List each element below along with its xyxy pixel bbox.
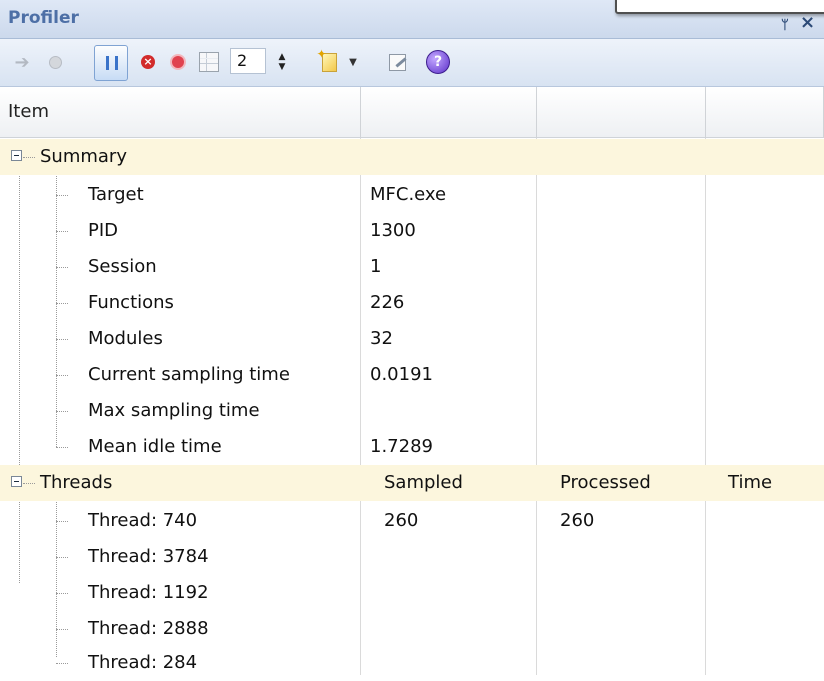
depth-input[interactable]: 2 bbox=[230, 48, 266, 74]
group-label: Summary bbox=[40, 146, 127, 167]
start-arrow-icon[interactable]: ➔ bbox=[12, 48, 32, 76]
spin-up-icon[interactable]: ▲ bbox=[279, 52, 286, 62]
spin-down-icon[interactable]: ▼ bbox=[279, 62, 286, 72]
tree-connector bbox=[56, 593, 68, 594]
row-name: Thread: 1192 bbox=[88, 582, 209, 603]
row-value: MFC.exe bbox=[370, 184, 447, 205]
table-row[interactable]: Thread: 2888 bbox=[0, 611, 824, 647]
row-value: 0.0191 bbox=[370, 364, 433, 385]
pin-icon[interactable]: ᛘ bbox=[781, 18, 789, 33]
tree-connector bbox=[56, 375, 68, 376]
profiler-grid: Item Summary Target MFC.exe PID 1300 Ses… bbox=[0, 87, 824, 675]
depth-spinner[interactable]: ▲ ▼ bbox=[268, 48, 296, 76]
row-name: Current sampling time bbox=[88, 364, 290, 385]
row-name: Thread: 284 bbox=[88, 652, 198, 673]
table-row[interactable]: Thread: 284 bbox=[0, 645, 824, 681]
row-name: Thread: 2888 bbox=[88, 618, 209, 639]
tree-connector bbox=[56, 303, 68, 304]
row-name: Thread: 3784 bbox=[88, 546, 209, 567]
column-label-time: Time bbox=[728, 472, 773, 493]
column-header-2[interactable] bbox=[361, 87, 537, 137]
chevron-down-icon[interactable]: ▼ bbox=[346, 48, 360, 76]
help-icon[interactable]: ? bbox=[424, 48, 452, 76]
row-name: PID bbox=[88, 220, 119, 241]
column-header-3[interactable] bbox=[537, 87, 706, 137]
edit-icon[interactable] bbox=[386, 48, 408, 76]
tree-connector bbox=[23, 483, 35, 484]
table-row[interactable]: Thread: 740 260 260 bbox=[0, 503, 824, 539]
table-row[interactable]: Mean idle time 1.7289 bbox=[0, 429, 824, 465]
table-row[interactable]: Target MFC.exe bbox=[0, 177, 824, 213]
row-name: Functions bbox=[88, 292, 174, 313]
panel-title-bar: Profiler ᛘ × bbox=[0, 0, 824, 39]
tree-connector bbox=[56, 267, 68, 268]
row-processed: 260 bbox=[560, 510, 595, 531]
tree-group-summary[interactable]: Summary bbox=[0, 139, 824, 175]
collapse-icon[interactable] bbox=[11, 150, 22, 161]
table-row[interactable]: Max sampling time bbox=[0, 393, 824, 429]
row-value: 32 bbox=[370, 328, 393, 349]
column-header-item[interactable]: Item bbox=[0, 87, 361, 137]
tree-connector bbox=[56, 521, 68, 522]
column-label-processed: Processed bbox=[560, 472, 651, 493]
row-name: Mean idle time bbox=[88, 436, 222, 457]
new-report-icon[interactable]: ✦ bbox=[317, 47, 340, 76]
table-row[interactable]: Session 1 bbox=[0, 249, 824, 285]
grid-header: Item bbox=[0, 87, 824, 138]
row-value: 1 bbox=[370, 256, 382, 277]
tree-group-threads[interactable]: Threads Sampled Processed Time bbox=[0, 465, 824, 501]
record-icon[interactable] bbox=[168, 48, 188, 76]
column-header-label: Item bbox=[8, 101, 49, 122]
tree-connector bbox=[56, 557, 68, 558]
row-name: Thread: 740 bbox=[88, 510, 198, 531]
row-name: Session bbox=[88, 256, 157, 277]
row-name: Modules bbox=[88, 328, 163, 349]
column-label-sampled: Sampled bbox=[384, 472, 463, 493]
tree-connector bbox=[56, 231, 68, 232]
table-row[interactable]: PID 1300 bbox=[0, 213, 824, 249]
row-sampled: 260 bbox=[384, 510, 419, 531]
attach-icon[interactable] bbox=[42, 48, 68, 76]
pause-icon[interactable] bbox=[94, 45, 128, 81]
tree-connector bbox=[56, 663, 68, 664]
tree-connector bbox=[56, 339, 68, 340]
tree-connector bbox=[56, 629, 68, 630]
table-row[interactable]: Thread: 1192 bbox=[0, 575, 824, 611]
tree-connector bbox=[56, 411, 68, 412]
row-value: 1.7289 bbox=[370, 436, 433, 457]
row-value: 226 bbox=[370, 292, 405, 313]
tree-connector bbox=[56, 195, 68, 196]
row-name: Max sampling time bbox=[88, 400, 260, 421]
profiler-toolbar: ➔ × 2 ▲ ▼ ✦ ▼ ? bbox=[0, 39, 824, 87]
row-value: 1300 bbox=[370, 220, 416, 241]
tree-connector bbox=[56, 447, 68, 448]
table-row[interactable]: Thread: 3784 bbox=[0, 539, 824, 575]
group-label: Threads bbox=[40, 472, 113, 493]
tree-connector bbox=[23, 157, 35, 158]
table-view-icon[interactable] bbox=[196, 48, 222, 76]
close-icon[interactable]: × bbox=[800, 12, 815, 33]
stop-icon[interactable]: × bbox=[138, 48, 158, 76]
table-row[interactable]: Current sampling time 0.0191 bbox=[0, 357, 824, 393]
collapse-icon[interactable] bbox=[11, 476, 22, 487]
row-name: Target bbox=[88, 184, 144, 205]
table-row[interactable]: Functions 226 bbox=[0, 285, 824, 321]
panel-title: Profiler bbox=[8, 8, 79, 28]
table-row[interactable]: Modules 32 bbox=[0, 321, 824, 357]
column-header-4[interactable] bbox=[706, 87, 824, 137]
overlapping-window-edge bbox=[615, 0, 824, 14]
